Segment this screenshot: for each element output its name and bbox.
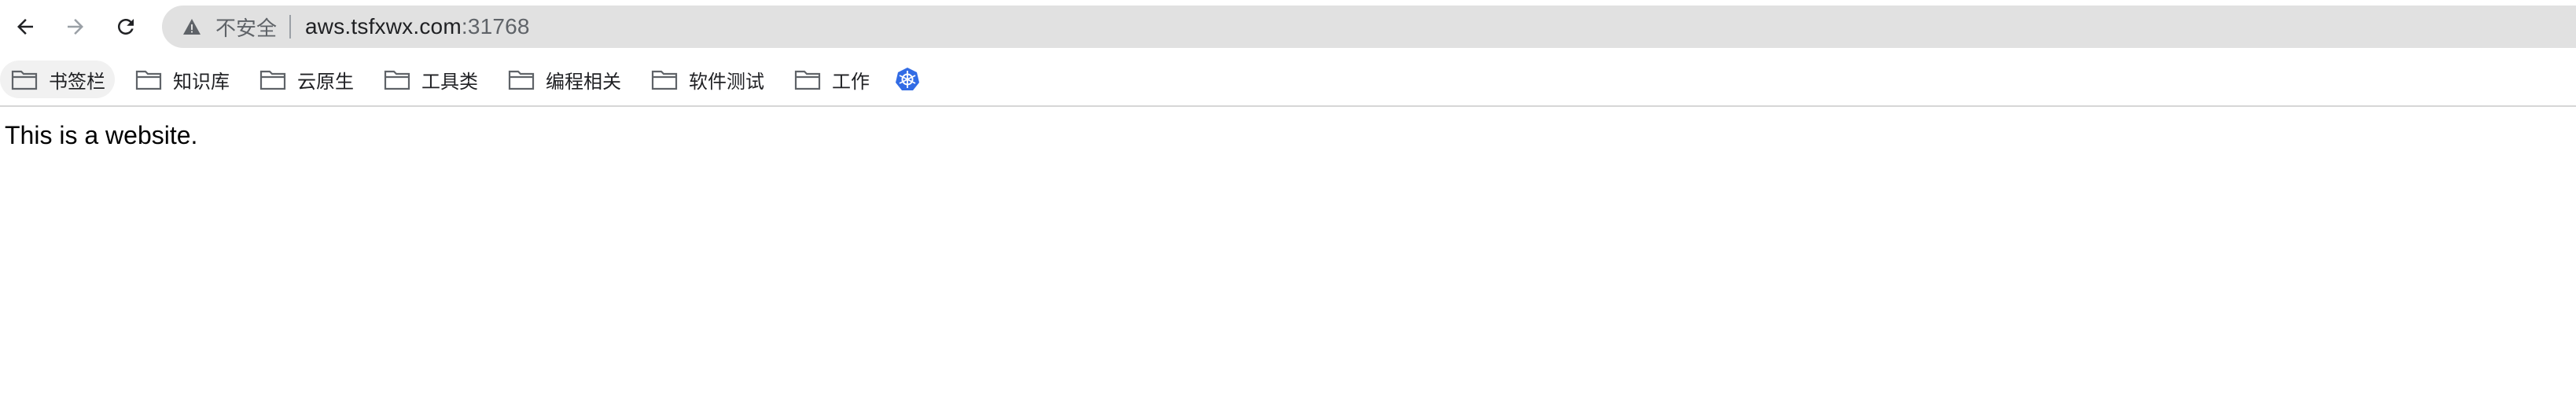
toolbar-divider xyxy=(0,105,2576,107)
bookmark-label: 云原生 xyxy=(297,70,354,93)
body-text: This is a website. xyxy=(5,121,198,149)
page-content: This is a website. xyxy=(5,121,197,150)
bookmark-folder-yunyuansheng[interactable]: 云原生 xyxy=(248,61,363,98)
bookmark-folder-gongjulei[interactable]: 工具类 xyxy=(373,61,488,98)
reload-icon xyxy=(114,15,138,39)
arrow-right-icon xyxy=(64,15,87,39)
folder-icon xyxy=(794,70,821,90)
bookmark-folder-gongzuo[interactable]: 工作 xyxy=(783,61,879,98)
bookmark-folder-zhishiku[interactable]: 知识库 xyxy=(124,61,239,98)
bookmark-label: 工作 xyxy=(832,70,870,93)
bookmark-folder-biancheng[interactable]: 编程相关 xyxy=(497,61,631,98)
browser-toolbar: 不安全 aws.tsfxwx.com:31768 xyxy=(0,0,2576,53)
folder-icon xyxy=(508,70,535,90)
url-host: aws.tsfxwx.com xyxy=(305,14,462,39)
folder-icon xyxy=(259,70,286,90)
bookmark-label: 书签栏 xyxy=(49,70,105,93)
folder-icon xyxy=(11,70,38,90)
back-button[interactable] xyxy=(6,8,44,46)
warning-triangle-icon[interactable] xyxy=(181,16,203,38)
folder-icon xyxy=(651,70,678,90)
url-text[interactable]: aws.tsfxwx.com:31768 xyxy=(305,14,530,39)
folder-icon xyxy=(135,70,162,90)
forward-button[interactable] xyxy=(57,8,94,46)
bookmark-folder-shuqianlan[interactable]: 书签栏 xyxy=(0,61,115,98)
security-status-label[interactable]: 不安全 xyxy=(215,13,277,42)
kubernetes-icon xyxy=(896,68,919,90)
url-port: :31768 xyxy=(461,14,530,39)
bookmarks-bar: 书签栏 知识库 云原生 工具类 编程相关 软件测试 工作 xyxy=(0,55,2576,104)
address-separator xyxy=(289,15,292,39)
bookmark-label: 知识库 xyxy=(173,70,230,93)
bookmark-label: 软件测试 xyxy=(689,70,764,93)
arrow-left-icon xyxy=(13,15,37,39)
bookmark-label: 编程相关 xyxy=(546,70,621,93)
bookmark-folder-ruanjianceshi[interactable]: 软件测试 xyxy=(640,61,774,98)
bookmark-label: 工具类 xyxy=(421,70,478,93)
address-bar[interactable]: 不安全 aws.tsfxwx.com:31768 xyxy=(162,6,2576,48)
reload-button[interactable] xyxy=(107,8,145,46)
folder-icon xyxy=(384,70,410,90)
bookmark-kubernetes[interactable] xyxy=(889,61,926,98)
